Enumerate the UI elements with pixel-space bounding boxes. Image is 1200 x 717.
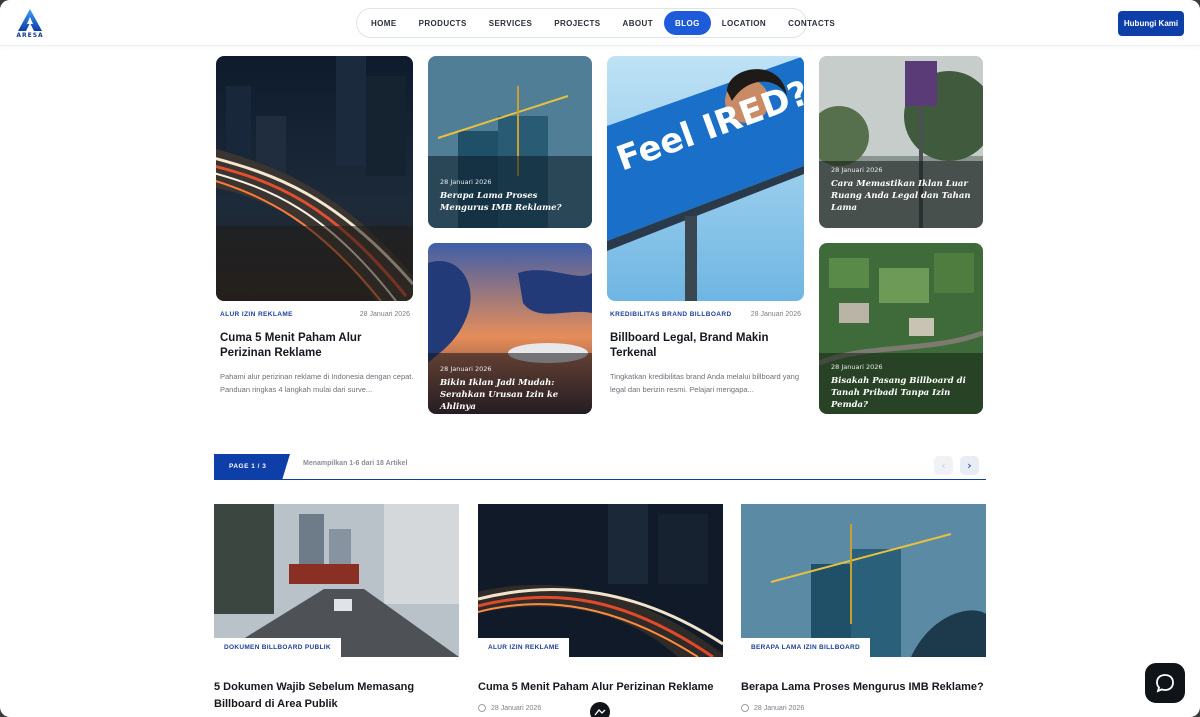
- post-title[interactable]: Cara Memastikan Iklan Luar Ruang Anda Le…: [831, 178, 971, 214]
- featured-overlay-3: 28 Januari 2026 Bikin Iklan Jadi Mudah: …: [440, 365, 580, 413]
- featured-meta-4: KREDIBILITAS BRAND BILLBOARD 28 Januari …: [610, 311, 801, 318]
- featured-overlay-6: 28 Januari 2026 Bisakah Pasang Billboard…: [831, 363, 971, 411]
- nav-home[interactable]: HOME: [360, 11, 408, 35]
- featured-title-4[interactable]: Billboard Legal, Brand Makin Terkenal: [610, 331, 790, 361]
- clock-icon: [478, 704, 486, 712]
- mountain-icon: [594, 709, 606, 716]
- aresa-logo[interactable]: ARESA: [16, 8, 44, 40]
- browser-window: ARESA HOME PRODUCTS SERVICES PROJECTS AB…: [0, 0, 1200, 717]
- featured-overlay-5: 28 Januari 2026 Cara Memastikan Iklan Lu…: [831, 166, 971, 214]
- nav-contacts[interactable]: CONTACTS: [777, 11, 846, 35]
- site-header: ARESA HOME PRODUCTS SERVICES PROJECTS AB…: [0, 0, 1200, 46]
- chevron-right-icon: ›: [967, 459, 972, 472]
- post-date: 28 Januari 2026: [440, 178, 492, 186]
- nav-products[interactable]: PRODUCTS: [408, 11, 478, 35]
- post-date: 28 Januari 2026: [831, 166, 883, 174]
- scroll-top-button[interactable]: [590, 702, 610, 717]
- nav-services[interactable]: SERVICES: [478, 11, 544, 35]
- results-count: Menampilkan 1-6 dari 18 Artikel: [303, 460, 408, 467]
- post-date: 28 Januari 2026: [750, 311, 801, 318]
- post-date: 28 Januari 2026: [754, 704, 805, 712]
- post-date: 28 Januari 2026: [491, 704, 542, 712]
- category-label[interactable]: KREDIBILITAS BRAND BILLBOARD: [610, 311, 732, 318]
- article-image-3[interactable]: [741, 504, 986, 657]
- featured-overlay-2: 28 Januari 2026 Berapa Lama Proses Mengu…: [440, 178, 580, 214]
- nav-projects[interactable]: PROJECTS: [543, 11, 611, 35]
- chat-bubble-icon: [1156, 674, 1174, 693]
- post-title[interactable]: Bikin Iklan Jadi Mudah: Serahkan Urusan …: [440, 377, 580, 413]
- post-date: 28 Januari 2026: [440, 365, 492, 373]
- featured-image-1[interactable]: [216, 56, 413, 301]
- nav-location[interactable]: LOCATION: [711, 11, 777, 35]
- prev-page-button[interactable]: ‹: [934, 456, 953, 475]
- featured-card-3[interactable]: 28 Januari 2026 Bikin Iklan Jadi Mudah: …: [428, 243, 592, 414]
- pagination-divider: [214, 479, 986, 480]
- article-category-2[interactable]: ALUR IZIN REKLAME: [478, 638, 570, 657]
- featured-image-4[interactable]: Feel IRED?: [607, 56, 804, 301]
- featured-excerpt-1: Pahami alur perizinan reklame di Indones…: [220, 372, 414, 394]
- nav-about[interactable]: ABOUT: [612, 11, 664, 35]
- article-image-2[interactable]: [478, 504, 723, 657]
- article-category-3[interactable]: BERAPA LAMA IZIN BILLBOARD: [741, 638, 871, 657]
- article-category-1[interactable]: DOKUMEN BILLBOARD PUBLIK: [214, 638, 341, 657]
- logo-mark-icon: [18, 9, 42, 31]
- chat-button[interactable]: [1145, 663, 1185, 703]
- page-indicator: PAGE 1 / 3: [214, 454, 290, 479]
- post-title[interactable]: Berapa Lama Proses Mengurus IMB Reklame?: [440, 190, 580, 214]
- contact-us-button[interactable]: Hubungi Kami: [1118, 11, 1184, 36]
- main-nav: HOME PRODUCTS SERVICES PROJECTS ABOUT BL…: [356, 8, 835, 38]
- post-title[interactable]: Bisakah Pasang Billboard di Tanah Pribad…: [831, 375, 971, 411]
- featured-card-5[interactable]: 28 Januari 2026 Cara Memastikan Iklan Lu…: [819, 56, 983, 228]
- logo-text: ARESA: [16, 32, 44, 39]
- post-date: 28 Januari 2026: [831, 363, 883, 371]
- article-image-1[interactable]: [214, 504, 459, 657]
- chevron-left-icon: ‹: [941, 459, 946, 472]
- featured-title-1[interactable]: Cuma 5 Menit Paham Alur Perizinan Reklam…: [220, 331, 400, 361]
- nav-blog[interactable]: BLOG: [664, 11, 711, 35]
- post-date: 28 Januari 2026: [359, 311, 410, 318]
- article-title-2[interactable]: Cuma 5 Menit Paham Alur Perizinan Reklam…: [478, 679, 723, 696]
- article-title-1[interactable]: 5 Dokumen Wajib Sebelum Memasang Billboa…: [214, 679, 459, 713]
- article-title-3[interactable]: Berapa Lama Proses Mengurus IMB Reklame?: [741, 679, 986, 696]
- clock-icon: [741, 704, 749, 712]
- category-label[interactable]: ALUR IZIN REKLAME: [220, 311, 293, 318]
- article-date-2: 28 Januari 2026: [478, 704, 541, 712]
- featured-excerpt-4: Tingkatkan kredibilitas brand Anda melal…: [610, 372, 800, 394]
- article-date-3: 28 Januari 2026: [741, 704, 804, 712]
- featured-card-2[interactable]: 28 Januari 2026 Berapa Lama Proses Mengu…: [428, 56, 592, 228]
- featured-card-6[interactable]: 28 Januari 2026 Bisakah Pasang Billboard…: [819, 243, 983, 414]
- next-page-button[interactable]: ›: [960, 456, 979, 475]
- featured-meta-1: ALUR IZIN REKLAME 28 Januari 2026: [220, 311, 410, 318]
